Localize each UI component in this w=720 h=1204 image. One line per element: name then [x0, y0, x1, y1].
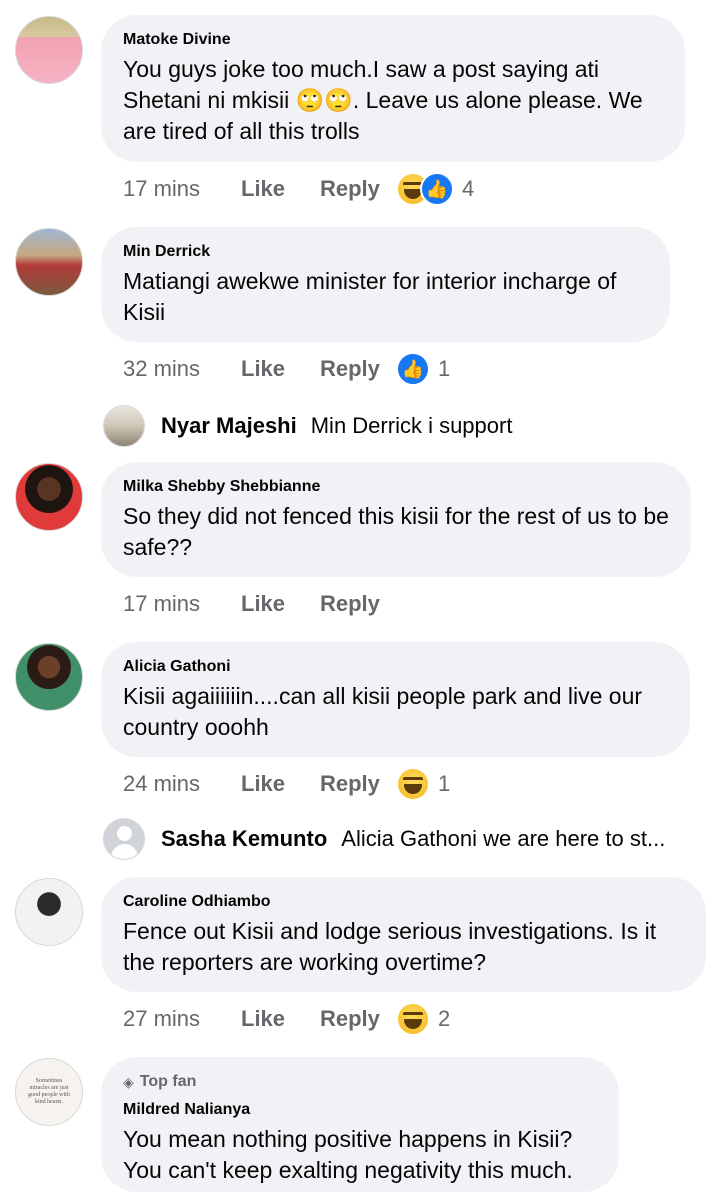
- default-user-icon-body: [111, 844, 138, 859]
- comment-author[interactable]: Milka Shebby Shebbianne: [123, 476, 669, 498]
- avatar[interactable]: Sometimes miracles are just good people …: [15, 1058, 83, 1126]
- comment-bubble: Matoke Divine You guys joke too much.I s…: [101, 15, 685, 162]
- comment-text: You guys joke too much.I saw a post sayi…: [123, 56, 643, 144]
- comment-author[interactable]: Alicia Gathoni: [123, 656, 668, 678]
- reply-button[interactable]: Reply: [320, 356, 400, 382]
- reaction-count: 4: [462, 176, 475, 201]
- avatar: [103, 818, 145, 860]
- comment-time[interactable]: 32 mins: [123, 356, 241, 382]
- comment-time[interactable]: 27 mins: [123, 1006, 241, 1032]
- avatar[interactable]: [15, 878, 83, 946]
- reply-button[interactable]: Reply: [320, 591, 400, 617]
- reaction-count: 1: [438, 356, 451, 381]
- comment-time[interactable]: 17 mins: [123, 591, 241, 617]
- like-reaction-icon: 👍: [420, 172, 454, 206]
- reply-button[interactable]: Reply: [320, 176, 400, 202]
- reactions[interactable]: 1: [396, 767, 450, 801]
- top-fan-label: Top fan: [139, 1073, 197, 1090]
- reactions[interactable]: 👍 1: [396, 352, 450, 386]
- comment-actions: 32 mins Like Reply 👍 1: [123, 349, 450, 389]
- comment-time[interactable]: 17 mins: [123, 176, 241, 202]
- reply-text: Min Derrick i support: [310, 413, 513, 438]
- like-button[interactable]: Like: [241, 356, 320, 382]
- reactions[interactable]: 2: [396, 1002, 450, 1036]
- reply-preview[interactable]: Sasha Kemunto Alicia Gathoni we are here…: [103, 817, 665, 861]
- reply-text: Alicia Gathoni we are here to st...: [341, 826, 666, 851]
- reply-author[interactable]: Nyar Majeshi: [161, 413, 297, 439]
- comment-time[interactable]: 24 mins: [123, 771, 241, 797]
- like-button[interactable]: Like: [241, 591, 320, 617]
- comment-bubble: Caroline Odhiambo Fence out Kisii and lo…: [101, 877, 706, 992]
- top-fan-badge: ◈ Top fan: [123, 1071, 597, 1093]
- comment-actions: 17 mins Like Reply: [123, 584, 400, 624]
- reaction-count: 1: [438, 771, 451, 796]
- like-button[interactable]: Like: [241, 176, 320, 202]
- haha-reaction-icon: [396, 767, 430, 801]
- avatar: [103, 405, 145, 447]
- default-user-icon: [117, 826, 132, 841]
- avatar[interactable]: [15, 228, 83, 296]
- like-button[interactable]: Like: [241, 1006, 320, 1032]
- reply-preview[interactable]: Nyar Majeshi Min Derrick i support: [103, 404, 512, 448]
- reactions[interactable]: 👍 4: [396, 172, 474, 206]
- comment-text: Kisii agaiiiiiin....can all kisii people…: [123, 683, 643, 740]
- comment-actions: 17 mins Like Reply 👍 4: [123, 169, 474, 209]
- avatar[interactable]: [15, 643, 83, 711]
- reply-button[interactable]: Reply: [320, 1006, 400, 1032]
- comment-actions: 24 mins Like Reply 1: [123, 764, 450, 804]
- comment-author[interactable]: Caroline Odhiambo: [123, 891, 684, 913]
- comment-author[interactable]: Mildred Nalianya: [123, 1099, 597, 1121]
- comment-bubble: Milka Shebby Shebbianne So they did not …: [101, 462, 691, 577]
- diamond-icon: ◈: [123, 1074, 134, 1090]
- avatar-quote-text: Sometimes miracles are just good people …: [28, 1078, 70, 1105]
- reaction-count: 2: [438, 1006, 451, 1031]
- comment-author[interactable]: Min Derrick: [123, 241, 648, 263]
- reply-button[interactable]: Reply: [320, 771, 400, 797]
- comment-actions: 27 mins Like Reply 2: [123, 999, 450, 1039]
- comment-bubble: ◈ Top fan Mildred Nalianya You mean noth…: [101, 1057, 619, 1192]
- comment-text: So they did not fenced this kisii for th…: [123, 503, 669, 560]
- comment-bubble: Min Derrick Matiangi awekwe minister for…: [101, 227, 670, 342]
- comment-text: Fence out Kisii and lodge serious invest…: [123, 918, 657, 975]
- comment-bubble: Alicia Gathoni Kisii agaiiiiiin....can a…: [101, 642, 690, 757]
- avatar[interactable]: [15, 463, 83, 531]
- comment-text: Matiangi awekwe minister for interior in…: [123, 268, 617, 325]
- comment-text: You mean nothing positive happens in Kis…: [123, 1126, 573, 1183]
- like-reaction-icon: 👍: [396, 352, 430, 386]
- comment-author[interactable]: Matoke Divine: [123, 29, 663, 51]
- reply-author[interactable]: Sasha Kemunto: [161, 826, 327, 852]
- avatar[interactable]: [15, 16, 83, 84]
- haha-reaction-icon: [396, 1002, 430, 1036]
- like-button[interactable]: Like: [241, 771, 320, 797]
